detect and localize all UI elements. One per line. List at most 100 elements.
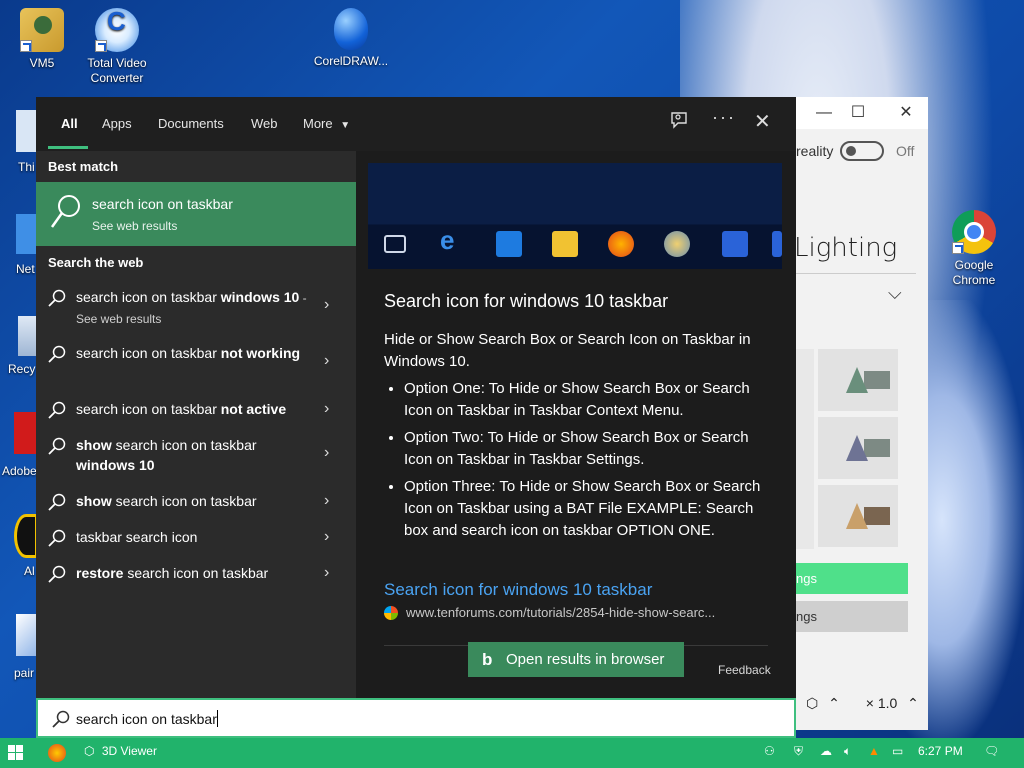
desktop-edge-label: Recy: [8, 362, 36, 376]
site-favicon-icon: [384, 606, 398, 620]
desktop-edge-label: Net: [16, 262, 35, 276]
result-bold: windows 10: [220, 289, 300, 305]
best-match-item[interactable]: search icon on taskbar See web results: [36, 182, 356, 246]
preview-url: www.tenforums.com/tutorials/2854-hide-sh…: [406, 605, 716, 620]
preview-bullet: Option One: To Hide or Show Search Box o…: [404, 378, 778, 422]
volume-icon[interactable]: 🔈︎: [844, 744, 851, 759]
desktop-edge-label: Thi: [18, 160, 35, 174]
shield-icon[interactable]: ⛨: [794, 744, 803, 759]
paint-icon[interactable]: [16, 614, 38, 656]
result-plain: search icon on taskbar: [76, 401, 221, 417]
desktop-icon-partial-2[interactable]: [16, 214, 38, 254]
reset-settings-button[interactable]: ngs: [796, 601, 908, 632]
more-options-icon[interactable]: ···: [712, 107, 736, 128]
preview-result-link[interactable]: Search icon for windows 10 taskbar: [384, 580, 652, 600]
chevron-right-icon[interactable]: ›: [324, 443, 329, 463]
app-tray-icon[interactable]: ▲: [868, 744, 880, 758]
search-icon: [48, 529, 66, 547]
result-bold-prefix: restore: [76, 565, 124, 581]
background-3d-viewer-window: — ☐ ✕ reality Off Lighting ⌵ ngs ngs ⬡ ⌃…: [794, 97, 928, 730]
close-icon[interactable]: ✕: [754, 109, 771, 134]
preview-bullets: Option One: To Hide or Show Search Box o…: [404, 378, 778, 542]
lighting-thumbnail[interactable]: [818, 417, 898, 479]
desktop-icon-total-video-converter[interactable]: C Total Video Converter: [75, 8, 159, 86]
firefox-taskbar-icon[interactable]: [48, 744, 66, 762]
feedback-icon[interactable]: [670, 111, 688, 134]
desktop-icon-coreldraw[interactable]: CorelDRAW...: [309, 8, 393, 69]
divider: [796, 273, 916, 274]
desktop-icon-google-chrome[interactable]: Google Chrome: [932, 210, 1016, 288]
toggle-state-label: Off: [896, 143, 915, 159]
lighting-thumbnail[interactable]: [818, 349, 898, 411]
network-icon[interactable]: ☁: [820, 744, 832, 758]
result-bold-prefix: show: [76, 437, 112, 453]
tab-apps[interactable]: Apps: [102, 116, 132, 131]
search-input[interactable]: search icon on taskbar: [76, 710, 218, 727]
people-icon[interactable]: ⚇: [764, 744, 775, 758]
windows-start-icon[interactable]: [8, 745, 24, 761]
result-bold: not active: [220, 401, 287, 417]
firefox-icon: [608, 231, 634, 257]
search-icon: [48, 401, 66, 419]
result-text: restore search icon on taskbar: [76, 563, 316, 583]
chevron-up-icon[interactable]: ⌃: [828, 695, 840, 711]
tab-all[interactable]: All: [61, 116, 78, 131]
chevron-right-icon[interactable]: ›: [324, 563, 329, 583]
chevron-right-icon[interactable]: ›: [324, 399, 329, 419]
clock[interactable]: 6:27 PM: [918, 744, 963, 758]
chevron-right-icon[interactable]: ›: [324, 295, 329, 315]
notifications-icon[interactable]: 🗨︎: [984, 744, 999, 758]
tab-more[interactable]: More ▼: [303, 116, 350, 131]
search-icon: [50, 194, 82, 230]
result-plain: search icon on taskbar: [111, 437, 257, 453]
apply-settings-button[interactable]: ngs: [796, 563, 908, 594]
task-view-icon: [384, 235, 406, 253]
app-grid-icon: [722, 231, 748, 257]
window-minimize-button[interactable]: —: [814, 103, 834, 123]
recycle-bin-icon[interactable]: [18, 316, 38, 356]
bing-icon: b: [482, 650, 493, 669]
preview-pane: e Search icon for windows 10 taskbar Hid…: [356, 151, 796, 698]
text-caret: [216, 710, 218, 727]
cube-view-icon[interactable]: ⬡: [806, 695, 818, 711]
display-icon[interactable]: ▭: [892, 744, 903, 758]
ai-circle-icon[interactable]: [14, 514, 38, 558]
app-icon: [664, 231, 690, 257]
result-text: show search icon on taskbar windows 10: [76, 435, 316, 475]
desktop-icon-partial-1[interactable]: [16, 110, 38, 152]
search-header: All Apps Documents Web More ▼ ··· ✕: [36, 97, 796, 151]
chevron-up-icon[interactable]: ⌃: [907, 695, 919, 711]
desktop-icon-vm5[interactable]: VM5: [0, 8, 84, 71]
taskbar-3d-viewer[interactable]: ⬡ 3D Viewer: [84, 744, 157, 758]
best-match-subtitle: See web results: [92, 219, 178, 233]
tab-documents[interactable]: Documents: [158, 116, 224, 131]
folder-person-icon: [20, 8, 64, 52]
start-search-panel: All Apps Documents Web More ▼ ··· ✕ Best…: [36, 97, 796, 698]
video-converter-icon: C: [95, 8, 139, 52]
active-tab-indicator: [48, 146, 88, 149]
feedback-link[interactable]: Feedback: [718, 663, 771, 677]
edge-icon: e: [440, 225, 455, 255]
results-list: Best match search icon on taskbar See we…: [36, 151, 356, 698]
result-plain: taskbar search icon: [76, 529, 198, 545]
best-match-heading: Best match: [48, 159, 119, 174]
search-box[interactable]: search icon on taskbar: [36, 698, 796, 738]
mixed-reality-toggle[interactable]: [840, 141, 884, 161]
chevron-right-icon[interactable]: ›: [324, 491, 329, 511]
result-plain: search icon on taskbar: [76, 345, 221, 361]
window-maximize-button[interactable]: ☐: [848, 103, 868, 123]
open-in-browser-button[interactable]: b Open results in browser: [468, 642, 684, 677]
chevron-down-icon[interactable]: ⌵: [888, 283, 902, 304]
lighting-thumbnail[interactable]: [818, 485, 898, 547]
search-web-heading: Search the web: [48, 255, 144, 270]
desktop-icon-label: Google Chrome: [952, 258, 996, 287]
result-text: search icon on taskbar not working: [76, 343, 316, 363]
chevron-right-icon[interactable]: ›: [324, 351, 329, 371]
shortcut-arrow-icon: [95, 40, 107, 52]
tab-web[interactable]: Web: [251, 116, 278, 131]
chevron-right-icon[interactable]: ›: [324, 527, 329, 547]
desktop-icon-label: VM5: [29, 56, 55, 70]
zoom-level: × 1.0: [865, 695, 898, 711]
window-close-button[interactable]: ✕: [896, 103, 916, 123]
adobe-icon[interactable]: [14, 412, 36, 454]
